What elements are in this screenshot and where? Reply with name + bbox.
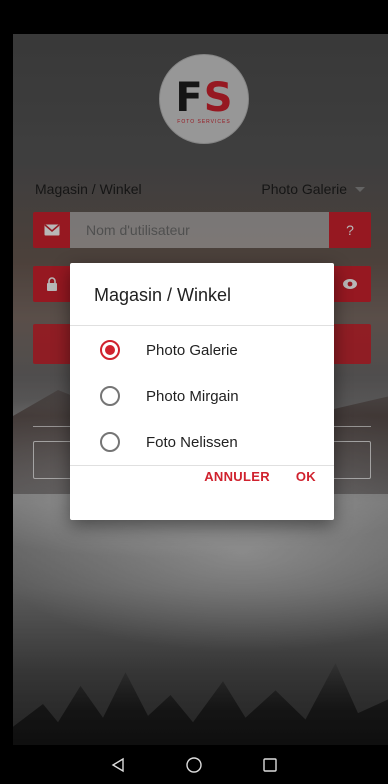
radio-unchecked-icon[interactable] (100, 386, 120, 406)
system-nav-bar (0, 745, 388, 784)
recents-icon[interactable] (250, 750, 290, 780)
option-foto-nelissen[interactable]: Foto Nelissen (70, 419, 334, 465)
home-icon[interactable] (174, 750, 214, 780)
option-photo-mirgain[interactable]: Photo Mirgain (70, 373, 334, 419)
ok-button[interactable]: OK (296, 469, 316, 484)
dialog-actions: ANNULER OK (204, 469, 316, 484)
cancel-button[interactable]: ANNULER (204, 469, 270, 484)
option-label: Photo Mirgain (146, 387, 239, 405)
radio-checked-icon[interactable] (100, 340, 120, 360)
option-label: Foto Nelissen (146, 433, 238, 451)
dialog-title: Magasin / Winkel (94, 285, 232, 305)
option-label: Photo Galerie (146, 341, 238, 359)
status-bar (0, 0, 388, 34)
radio-unchecked-icon[interactable] (100, 432, 120, 452)
app-screen: F S FOTO SERVICES Magasin / Winkel Photo… (13, 34, 388, 745)
option-photo-galerie[interactable]: Photo Galerie (70, 327, 334, 373)
back-icon[interactable] (98, 750, 138, 780)
shop-picker-dialog: Magasin / Winkel Photo Galerie Photo Mir… (70, 263, 334, 520)
dialog-divider-top (70, 325, 334, 326)
dialog-divider-bottom (70, 465, 334, 466)
